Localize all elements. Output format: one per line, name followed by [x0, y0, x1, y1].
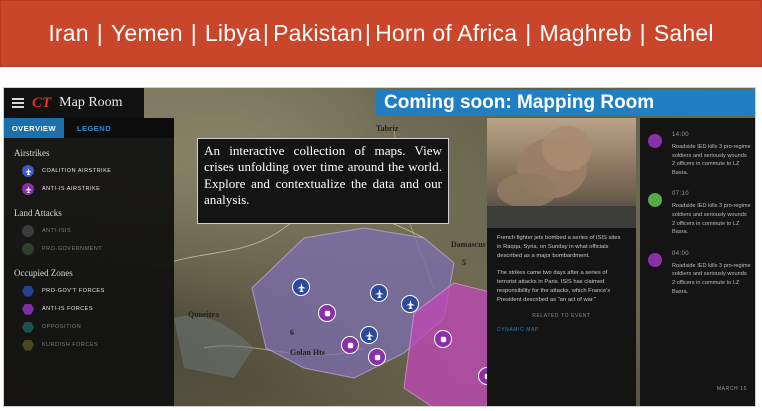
map-label-tabriz: Tabriz — [376, 124, 399, 133]
timeline-item[interactable]: 04:00 Roadside IED kills 3 pro-regime so… — [640, 250, 755, 296]
legend-label: PRO-GOV'T FORCES — [42, 288, 105, 294]
map-label-golan: Golan Hts — [290, 348, 325, 357]
description-overlay: An interactive collection of maps. View … — [197, 138, 449, 224]
timeline-date[interactable]: MARCH 15 — [717, 386, 747, 392]
nav-item-libya[interactable]: Libya — [205, 20, 261, 47]
airstrike-marker[interactable] — [292, 278, 310, 296]
nav-item-yemen[interactable]: Yemen — [111, 20, 183, 47]
legend-item-opposition[interactable]: OPPOSITION — [4, 318, 174, 336]
plane-icon — [296, 282, 306, 292]
hexagon-icon — [22, 339, 34, 351]
dynamic-map-link[interactable]: DYNAMIC MAP — [487, 327, 636, 333]
nav-item-pakistan[interactable]: Pakistan — [273, 20, 363, 47]
fist-icon — [324, 310, 330, 316]
nav-separator: | — [639, 20, 646, 46]
legend-panel: OVERVIEW LEGEND Airstrikes COALITION AIR… — [4, 118, 174, 406]
timeline-item[interactable]: 07:10 Roadside IED kills 3 pro-regime so… — [640, 191, 755, 236]
fist-icon — [22, 225, 34, 237]
event-icon — [648, 134, 662, 148]
timeline-text: Roadside IED kills 3 pro-regime soldiers… — [672, 144, 751, 176]
tab-overview[interactable]: OVERVIEW — [4, 118, 64, 138]
timeline-item[interactable]: 14:00 Roadside IED kills 3 pro-regime so… — [640, 132, 755, 177]
legend-item-anti-is-forces[interactable]: ANTI-IS FORCES — [4, 300, 174, 318]
timeline-text: Roadside IED kills 3 pro-regime soldiers… — [672, 203, 751, 236]
hexagon-icon — [22, 285, 34, 297]
timeline-text: Roadside IED kills 3 pro-regime soldiers… — [672, 262, 751, 295]
legend-item-pro-govt-forces[interactable]: PRO-GOV'T FORCES — [4, 282, 174, 300]
attack-marker[interactable] — [368, 348, 386, 366]
map-label-quneitra: Quneitra — [188, 310, 220, 319]
timeline-panel: 14:00 Roadside IED kills 3 pro-regime so… — [640, 118, 755, 406]
nav-item-sahel[interactable]: Sahel — [654, 20, 714, 47]
legend-label: ANTI-IS AIRSTRIKE — [42, 186, 101, 192]
timeline-time: 04:00 — [672, 250, 690, 257]
related-to-event-link[interactable]: RELATED TO EVENT — [487, 313, 636, 319]
nav-separator: | — [190, 20, 197, 46]
attack-marker[interactable] — [434, 330, 452, 348]
map-label-number: 6 — [290, 328, 294, 337]
nav-item-maghreb[interactable]: Maghreb — [539, 20, 631, 47]
legend-item-anti-is-airstrike[interactable]: ANTI-IS AIRSTRIKE — [4, 180, 174, 198]
section-title-airstrikes: Airstrikes — [14, 148, 50, 158]
app-header: CT Map Room — [4, 88, 144, 118]
hexagon-icon — [22, 321, 34, 333]
legend-label: PRO-GOVERNMENT — [42, 246, 103, 252]
legend-item-coalition-airstrike[interactable]: COALITION AIRSTRIKE — [4, 162, 174, 180]
legend-label: KURDISH FORCES — [42, 342, 99, 348]
legend-label: COALITION AIRSTRIKE — [42, 168, 112, 174]
plane-icon — [405, 299, 415, 309]
map-room-preview: Tabriz Damascus 5 Quneitra Golan Hts 6 C… — [3, 87, 756, 407]
map-label-damascus: Damascus — [451, 240, 486, 249]
region-nav-banner: Iran | Yemen | Libya | Pakistan | Horn o… — [0, 0, 762, 67]
timeline-time: 14:00 — [672, 132, 690, 138]
legend-item-pro-government[interactable]: PRO-GOVERNMENT — [4, 240, 174, 258]
ct-logo[interactable]: CT — [32, 95, 51, 112]
attack-marker[interactable] — [341, 336, 359, 354]
article-panel: French fighter jets bombed a series of I… — [487, 118, 636, 406]
coming-soon-ribbon: Coming soon: Mapping Room — [376, 90, 755, 116]
timeline-time: 07:10 — [672, 191, 690, 198]
airstrike-marker[interactable] — [370, 284, 388, 302]
article-photo — [487, 118, 636, 228]
fist-icon — [22, 243, 34, 255]
legend-label: OPPOSITION — [42, 324, 82, 330]
tab-legend[interactable]: LEGEND — [64, 118, 124, 138]
attack-marker[interactable] — [318, 304, 336, 322]
nav-separator: | — [364, 20, 372, 46]
event-icon — [648, 252, 662, 267]
nav-separator: | — [525, 20, 532, 46]
ribbon-text: Coming soon: Mapping Room — [384, 92, 655, 113]
article-paragraph: The strikes came two days after a series… — [497, 270, 611, 303]
panel-tabs: OVERVIEW LEGEND — [4, 118, 174, 138]
map-label-number: 5 — [462, 258, 466, 267]
fist-icon — [440, 336, 446, 342]
nav-separator: | — [262, 20, 270, 46]
description-text: An interactive collection of maps. View … — [204, 143, 442, 208]
article-paragraph: French fighter jets bombed a series of I… — [497, 235, 621, 259]
airstrike-marker[interactable] — [360, 326, 378, 344]
legend-label: ANTI-ISIS — [42, 228, 72, 234]
plane-icon — [22, 183, 34, 195]
article-body: French fighter jets bombed a series of I… — [487, 228, 636, 305]
event-icon — [648, 193, 662, 208]
fist-icon — [347, 342, 353, 348]
airstrike-marker[interactable] — [401, 295, 419, 313]
legend-item-kurdish-forces[interactable]: KURDISH FORCES — [4, 336, 174, 354]
menu-icon[interactable] — [12, 98, 24, 108]
nav-item-horn-of-africa[interactable]: Horn of Africa — [375, 20, 517, 47]
legend-item-anti-isis[interactable]: ANTI-ISIS — [4, 222, 174, 240]
legend-label: ANTI-IS FORCES — [42, 306, 94, 312]
fist-icon — [374, 354, 380, 360]
nav-item-iran[interactable]: Iran — [48, 20, 88, 47]
app-title: Map Room — [59, 95, 123, 110]
nav-separator: | — [96, 20, 103, 46]
plane-icon — [364, 330, 374, 340]
section-title-land-attacks: Land Attacks — [14, 208, 62, 218]
plane-icon — [374, 288, 384, 298]
plane-icon — [22, 165, 34, 177]
hexagon-icon — [22, 303, 34, 315]
section-title-occupied-zones: Occupied Zones — [14, 268, 73, 278]
